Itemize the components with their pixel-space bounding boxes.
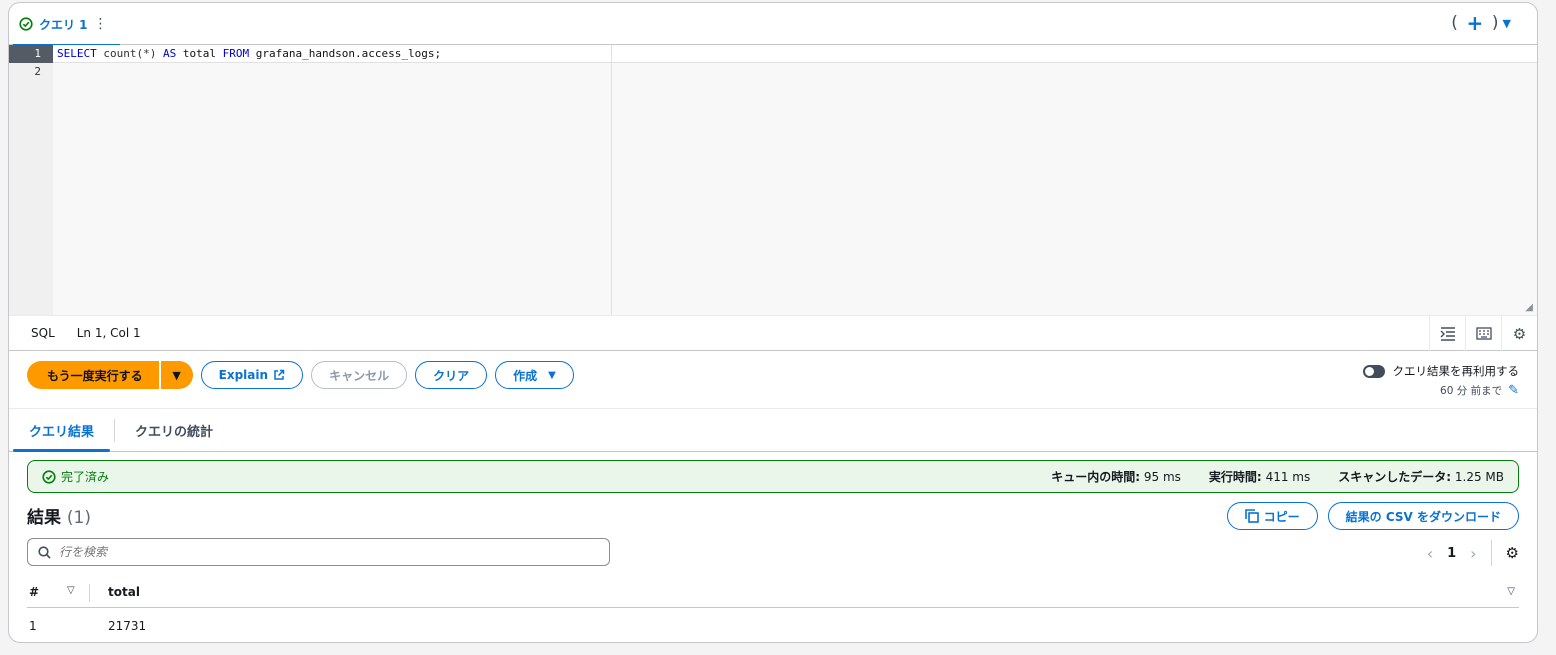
queue-time-value: 95 ms xyxy=(1143,470,1181,484)
query-editor-panel: クエリ 1 ⋮ ( + ) ▼ 1 2 SELECT count(*) AS t… xyxy=(8,2,1538,643)
scanned-data: スキャンしたデータ: 1.25 MB xyxy=(1338,468,1504,485)
run-options-caret-icon[interactable]: ▼ xyxy=(160,361,193,389)
reuse-results-label: クエリ結果を再利用する xyxy=(1392,364,1520,378)
sql-editor[interactable]: 1 2 SELECT count(*) AS total FROM grafan… xyxy=(9,45,1537,315)
status-text: 完了済み xyxy=(61,470,110,484)
editor-status-bar: SQL Ln 1, Col 1 ⚙ xyxy=(9,315,1537,351)
caret-down-icon: ▼ xyxy=(548,369,556,381)
cancel-button[interactable]: キャンセル xyxy=(311,361,408,389)
keyword-as: AS xyxy=(162,47,177,60)
language-label: SQL xyxy=(31,326,55,340)
queue-time: キュー内の時間: 95 ms xyxy=(1051,468,1181,485)
cell-total: 21731 xyxy=(108,619,147,633)
explain-label: Explain xyxy=(218,368,269,382)
copy-button[interactable]: コピー xyxy=(1226,502,1318,530)
table-row: 1 21731 xyxy=(27,609,1519,639)
line-number: 1 xyxy=(9,45,53,63)
banner-status: 完了済み xyxy=(42,468,109,485)
reuse-results: クエリ結果を再利用する 60 分 前まで ✎ xyxy=(1362,363,1520,398)
reuse-results-toggle[interactable] xyxy=(1362,364,1385,378)
query-metrics: キュー内の時間: 95 ms 実行時間: 411 ms スキャンしたデータ: 1… xyxy=(1051,468,1504,485)
tab-query-1[interactable]: クエリ 1 ⋮ xyxy=(9,3,120,46)
pagination: ‹ 1 › ⚙ xyxy=(1427,540,1519,566)
row-index: 1 xyxy=(29,619,37,633)
open-paren: ( xyxy=(1451,13,1458,33)
tab-dropdown-caret-icon[interactable]: ▼ xyxy=(1503,17,1511,30)
results-count: (1) xyxy=(66,508,92,528)
check-circle-icon xyxy=(42,469,56,484)
create-button[interactable]: 作成 ▼ xyxy=(495,361,574,389)
tab-query-results[interactable]: クエリ結果 xyxy=(13,409,111,452)
tab-label: クエリ 1 xyxy=(39,17,88,32)
table-settings-gear-icon[interactable]: ⚙ xyxy=(1506,544,1519,562)
exec-time-label: 実行時間: xyxy=(1208,470,1262,484)
tab-query-stats[interactable]: クエリの統計 xyxy=(119,409,229,452)
completion-banner: 完了済み キュー内の時間: 95 ms 実行時間: 411 ms スキャンしたデ… xyxy=(27,460,1519,493)
check-circle-icon xyxy=(19,17,33,31)
exec-time-value: 411 ms xyxy=(1265,470,1311,484)
code-count: count(*) xyxy=(96,47,163,60)
download-csv-button[interactable]: 結果の CSV をダウンロード xyxy=(1327,502,1519,530)
row-search-input[interactable] xyxy=(59,545,559,559)
query-actions: もう一度実行する ▼ Explain キャンセル クリア 作成 ▼ xyxy=(27,361,574,389)
results-title: 結果 (1) xyxy=(27,503,91,528)
code-alias: total xyxy=(176,47,223,60)
create-label: 作成 xyxy=(513,368,538,383)
pager-separator xyxy=(1490,540,1492,566)
cursor-position: Ln 1, Col 1 xyxy=(76,326,141,340)
copy-label: コピー xyxy=(1263,509,1300,524)
tab-separator xyxy=(114,419,116,442)
line-number-gutter: 1 2 xyxy=(9,45,53,315)
reuse-duration: 60 分 前まで xyxy=(1440,385,1503,397)
code-table: grafana_handson.access_logs; xyxy=(249,47,442,60)
search-icon xyxy=(38,545,51,559)
clear-button[interactable]: クリア xyxy=(415,361,488,389)
result-tabs: クエリ結果 クエリの統計 xyxy=(13,409,229,452)
result-tabs-underline xyxy=(9,451,1537,452)
tab-actions: ( + ) ▼ xyxy=(1451,11,1511,35)
close-paren: ) xyxy=(1491,13,1499,33)
column-menu-icon[interactable]: ▽ xyxy=(1507,586,1515,597)
print-margin xyxy=(611,45,612,315)
exec-time: 実行時間: 411 ms xyxy=(1209,468,1310,485)
results-title-text: 結果 xyxy=(27,508,61,528)
pencil-icon[interactable]: ✎ xyxy=(1508,383,1519,398)
external-link-icon xyxy=(274,369,285,380)
explain-button[interactable]: Explain xyxy=(200,361,304,389)
results-buttons: コピー 結果の CSV をダウンロード xyxy=(1226,502,1519,530)
column-header-index: # xyxy=(29,585,40,599)
results-table-header: # ▽ total ▽ xyxy=(27,578,1519,608)
current-page[interactable]: 1 xyxy=(1447,546,1456,561)
next-page-icon[interactable]: › xyxy=(1470,544,1476,563)
row-search[interactable] xyxy=(27,538,610,566)
line-number: 2 xyxy=(34,65,41,78)
add-tab-button[interactable]: + xyxy=(1462,11,1488,35)
keyword-select: SELECT xyxy=(57,47,97,60)
query-tab-bar: クエリ 1 ⋮ ( + ) ▼ xyxy=(9,3,1537,46)
editor-toolbar: ⚙ xyxy=(1429,316,1537,351)
prev-page-icon[interactable]: ‹ xyxy=(1427,544,1433,563)
keyboard-icon[interactable] xyxy=(1465,316,1501,351)
format-indent-icon[interactable] xyxy=(1429,316,1465,351)
copy-icon xyxy=(1244,509,1259,523)
divider xyxy=(9,408,1537,409)
kebab-menu-icon[interactable]: ⋮ xyxy=(94,17,108,31)
column-resize-handle[interactable] xyxy=(89,584,90,602)
run-again-button[interactable]: もう一度実行する xyxy=(27,361,159,389)
resize-handle-icon[interactable]: ◢ xyxy=(1525,302,1533,313)
scanned-data-label: スキャンしたデータ: xyxy=(1338,470,1452,484)
sort-icon[interactable]: ▽ xyxy=(67,585,75,596)
gear-icon[interactable]: ⚙ xyxy=(1501,316,1537,351)
keyword-from: FROM xyxy=(222,47,250,60)
sql-code-line[interactable]: SELECT count(*) AS total FROM grafana_ha… xyxy=(57,45,441,63)
column-header-total[interactable]: total xyxy=(108,585,140,599)
scanned-data-value: 1.25 MB xyxy=(1454,470,1504,484)
queue-time-label: キュー内の時間: xyxy=(1051,470,1141,484)
